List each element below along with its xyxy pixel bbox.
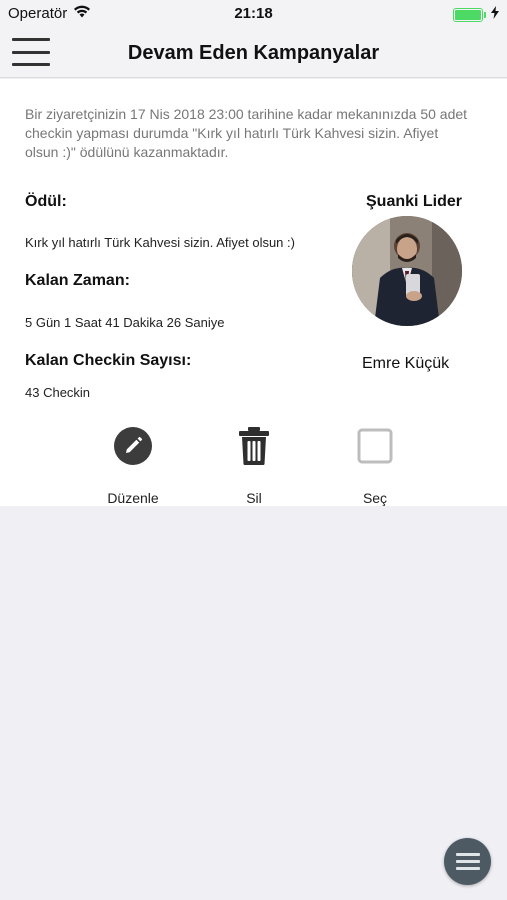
status-right (453, 6, 499, 23)
charging-icon (491, 6, 499, 23)
edit-button[interactable]: Düzenle (93, 424, 173, 506)
campaign-card: Bir ziyaretçinizin 17 Nis 2018 23:00 tar… (0, 79, 507, 506)
campaign-description: Bir ziyaretçinizin 17 Nis 2018 23:00 tar… (25, 106, 468, 160)
edit-label: Düzenle (107, 490, 159, 506)
battery-icon (453, 7, 486, 22)
menu-lines-icon (455, 853, 480, 856)
leader-avatar (352, 216, 462, 326)
delete-button[interactable]: Sil (214, 424, 294, 506)
status-bar: Operatör 21:18 (0, 0, 507, 28)
delete-label: Sil (246, 490, 262, 506)
leader-name: Emre Küçük (362, 355, 450, 372)
remaining-checkin-value: 43 Checkin (25, 385, 91, 400)
pencil-icon (114, 426, 152, 470)
status-time: 21:18 (234, 5, 273, 22)
reward-value: Kırk yıl hatırlı Türk Kahvesi sizin. Afi… (25, 235, 295, 250)
remaining-time-label: Kalan Zaman: (25, 272, 130, 289)
remaining-time-value: 5 Gün 1 Saat 41 Dakika 26 Saniye (25, 315, 225, 330)
action-row: Düzenle Sil Seç (0, 424, 507, 506)
floating-menu-button[interactable] (444, 838, 491, 885)
reward-label: Ödül: (25, 193, 67, 210)
page-title: Devam Eden Kampanyalar (127, 42, 380, 64)
trash-icon (238, 426, 270, 470)
checkbox-empty-icon (357, 428, 393, 469)
remaining-checkin-label: Kalan Checkin Sayısı: (25, 352, 192, 369)
navigation-bar: Devam Eden Kampanyalar (0, 28, 507, 78)
current-leader-title: Şuanki Lider (366, 193, 463, 210)
select-checkbox[interactable]: Seç (335, 424, 415, 506)
select-label: Seç (362, 490, 388, 506)
